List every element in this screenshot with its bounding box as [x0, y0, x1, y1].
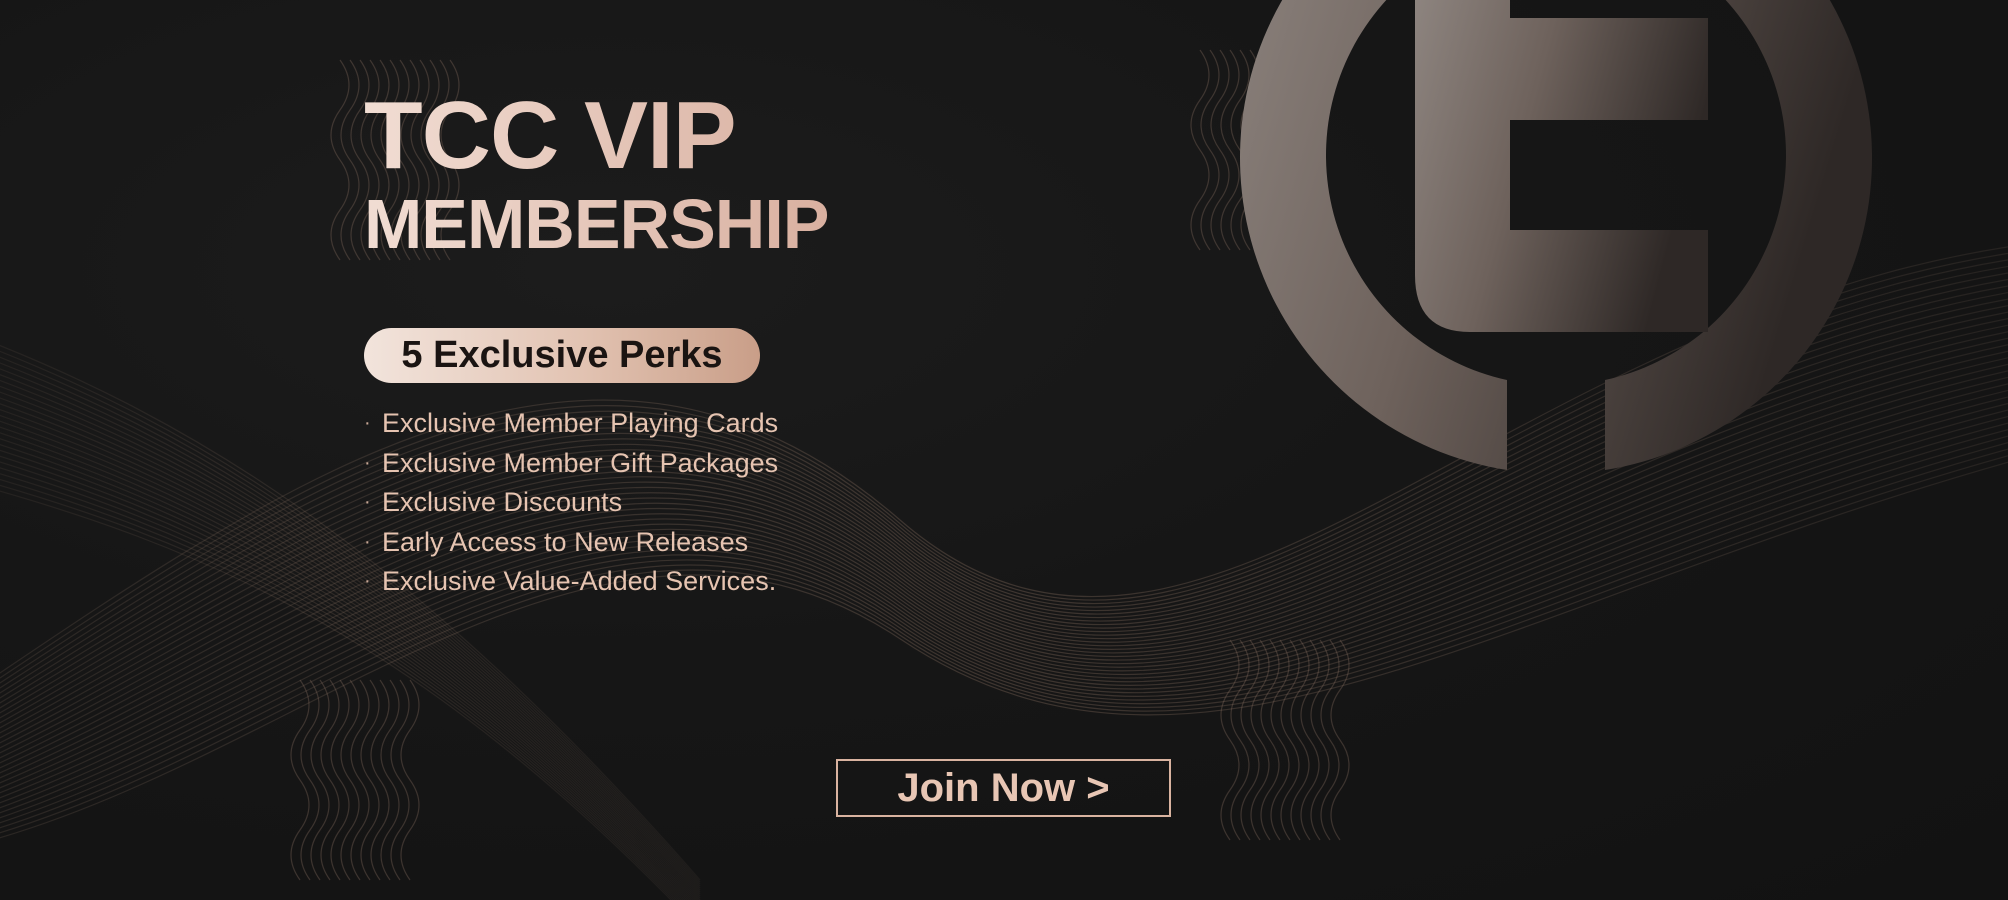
vip-membership-banner: TCC VIP MEMBERSHIP 5 Exclusive Perks · E…	[0, 0, 2008, 900]
bullet-icon: ·	[364, 412, 371, 435]
join-now-button[interactable]: Join Now >	[836, 759, 1171, 817]
perk-label: Early Access to New Releases	[382, 526, 749, 557]
perk-label: Exclusive Member Playing Cards	[382, 408, 779, 439]
page-title: TCC VIP	[364, 88, 828, 184]
list-item: · Exclusive Discounts	[364, 483, 778, 523]
list-item: · Exclusive Member Gift Packages	[364, 444, 778, 484]
perks-badge: 5 Exclusive Perks	[364, 328, 760, 383]
bullet-icon: ·	[364, 451, 371, 474]
list-item: · Exclusive Value-Added Services.	[364, 562, 778, 602]
perks-badge-label: 5 Exclusive Perks	[401, 334, 723, 376]
perk-label: Exclusive Value-Added Services.	[382, 566, 777, 597]
list-item: · Early Access to New Releases	[364, 523, 778, 563]
bullet-icon: ·	[364, 530, 371, 553]
perk-label: Exclusive Discounts	[382, 487, 623, 518]
perk-label: Exclusive Member Gift Packages	[382, 447, 779, 478]
list-item: · Exclusive Member Playing Cards	[364, 404, 778, 444]
bullet-icon: ·	[364, 570, 371, 593]
title-block: TCC VIP MEMBERSHIP	[364, 88, 829, 263]
bullet-icon: ·	[364, 491, 371, 514]
join-now-label: Join Now >	[897, 765, 1110, 810]
page-subtitle: MEMBERSHIP	[364, 185, 829, 263]
perks-list: · Exclusive Member Playing Cards · Exclu…	[364, 404, 778, 602]
